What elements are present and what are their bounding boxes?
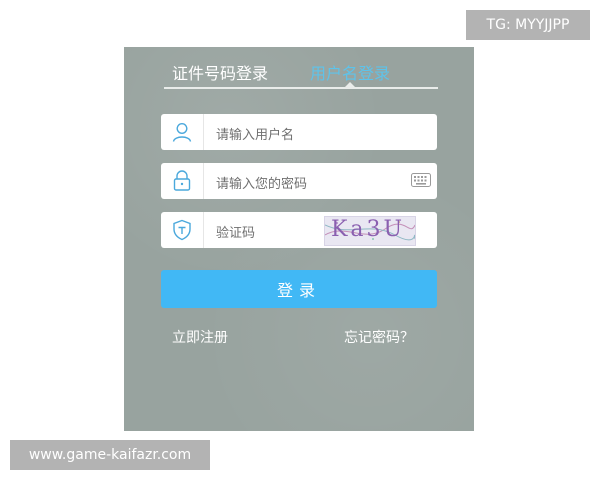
- tg-watermark: TG: MYYJJPP: [466, 10, 590, 40]
- website-watermark: www.game-kaifazr.com: [10, 440, 210, 470]
- login-button[interactable]: 登录: [161, 270, 437, 308]
- tab-underline: [164, 87, 438, 89]
- forgot-password-link[interactable]: 忘记密码？: [344, 327, 414, 347]
- captcha-image[interactable]: Ka3U: [324, 216, 416, 246]
- username-placeholder: 请输入用户名: [216, 128, 295, 143]
- login-tabs: 证件号码登录 用户名登录: [164, 47, 438, 89]
- captcha-placeholder: 验证码: [216, 226, 256, 241]
- user-icon: [172, 122, 192, 142]
- captcha-text: Ka3U: [331, 217, 406, 242]
- username-icon-cell: [161, 114, 204, 150]
- active-tab-pointer: [344, 82, 356, 88]
- keyboard-icon[interactable]: [411, 172, 431, 188]
- tg-watermark-text: TG: MYYJJPP: [486, 17, 570, 33]
- tab-username-login[interactable]: 用户名登录: [310, 60, 390, 84]
- page: TG: MYYJJPP 证件号码登录 用户名登录 请输入用户名 请输入您的密码 …: [0, 0, 600, 480]
- password-icon-cell: [161, 163, 204, 199]
- website-watermark-text: www.game-kaifazr.com: [28, 447, 192, 463]
- captcha-field[interactable]: 验证码 Ka3U: [161, 212, 437, 248]
- register-link[interactable]: 立即注册: [172, 327, 228, 347]
- password-placeholder: 请输入您的密码: [216, 177, 308, 192]
- shield-icon: [173, 219, 191, 241]
- login-panel: 证件号码登录 用户名登录 请输入用户名 请输入您的密码 验证码 Ka3U 登录 …: [124, 47, 474, 431]
- username-field[interactable]: 请输入用户名: [161, 114, 437, 150]
- tab-id-number-login[interactable]: 证件号码登录: [172, 60, 268, 84]
- captcha-icon-cell: [161, 212, 204, 248]
- password-field[interactable]: 请输入您的密码: [161, 163, 437, 199]
- lock-icon: [173, 170, 191, 191]
